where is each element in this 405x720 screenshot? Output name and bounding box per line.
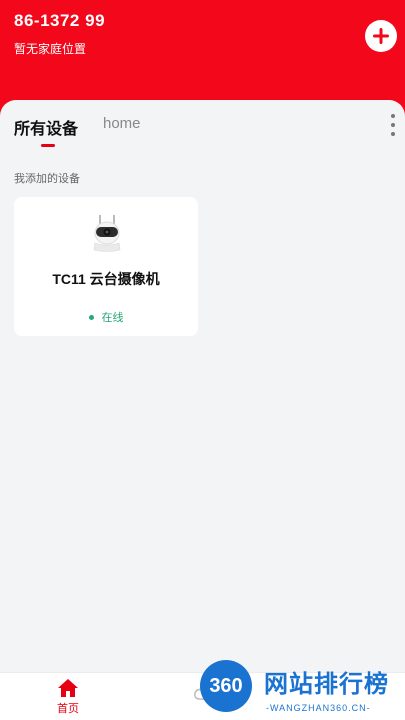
watermark: 360 网站排行榜 -WANGZHAN360.CN- (196, 660, 405, 720)
active-tab-indicator (41, 144, 55, 147)
device-name: TC11 云台摄像机 (52, 271, 160, 287)
status-dot-icon (88, 314, 94, 320)
tab-home[interactable]: home (103, 115, 141, 132)
add-device-button[interactable] (365, 20, 397, 52)
nav-home[interactable]: 首页 (48, 678, 88, 716)
account-phone: 86-1372 99 (14, 11, 106, 30)
tab-all-devices[interactable]: 所有设备 (14, 115, 78, 139)
vertical-dots-icon[interactable] (389, 114, 397, 136)
device-card[interactable]: TC11 云台摄像机 在线 (14, 197, 198, 336)
device-status: 在线 (14, 309, 198, 325)
home-location[interactable]: 暂无家庭位置 (14, 40, 86, 57)
status-label: 在线 (101, 312, 124, 324)
watermark-title: 网站排行榜 (264, 671, 389, 698)
section-label: 我添加的设备 (14, 173, 80, 185)
camera-icon (93, 215, 121, 252)
watermark-subtitle: -WANGZHAN360.CN- (266, 703, 371, 713)
nav-home-label: 首页 (57, 703, 79, 715)
home-icon (58, 679, 78, 697)
plus-circle-icon (373, 28, 389, 44)
watermark-badge: 360 (200, 660, 252, 712)
